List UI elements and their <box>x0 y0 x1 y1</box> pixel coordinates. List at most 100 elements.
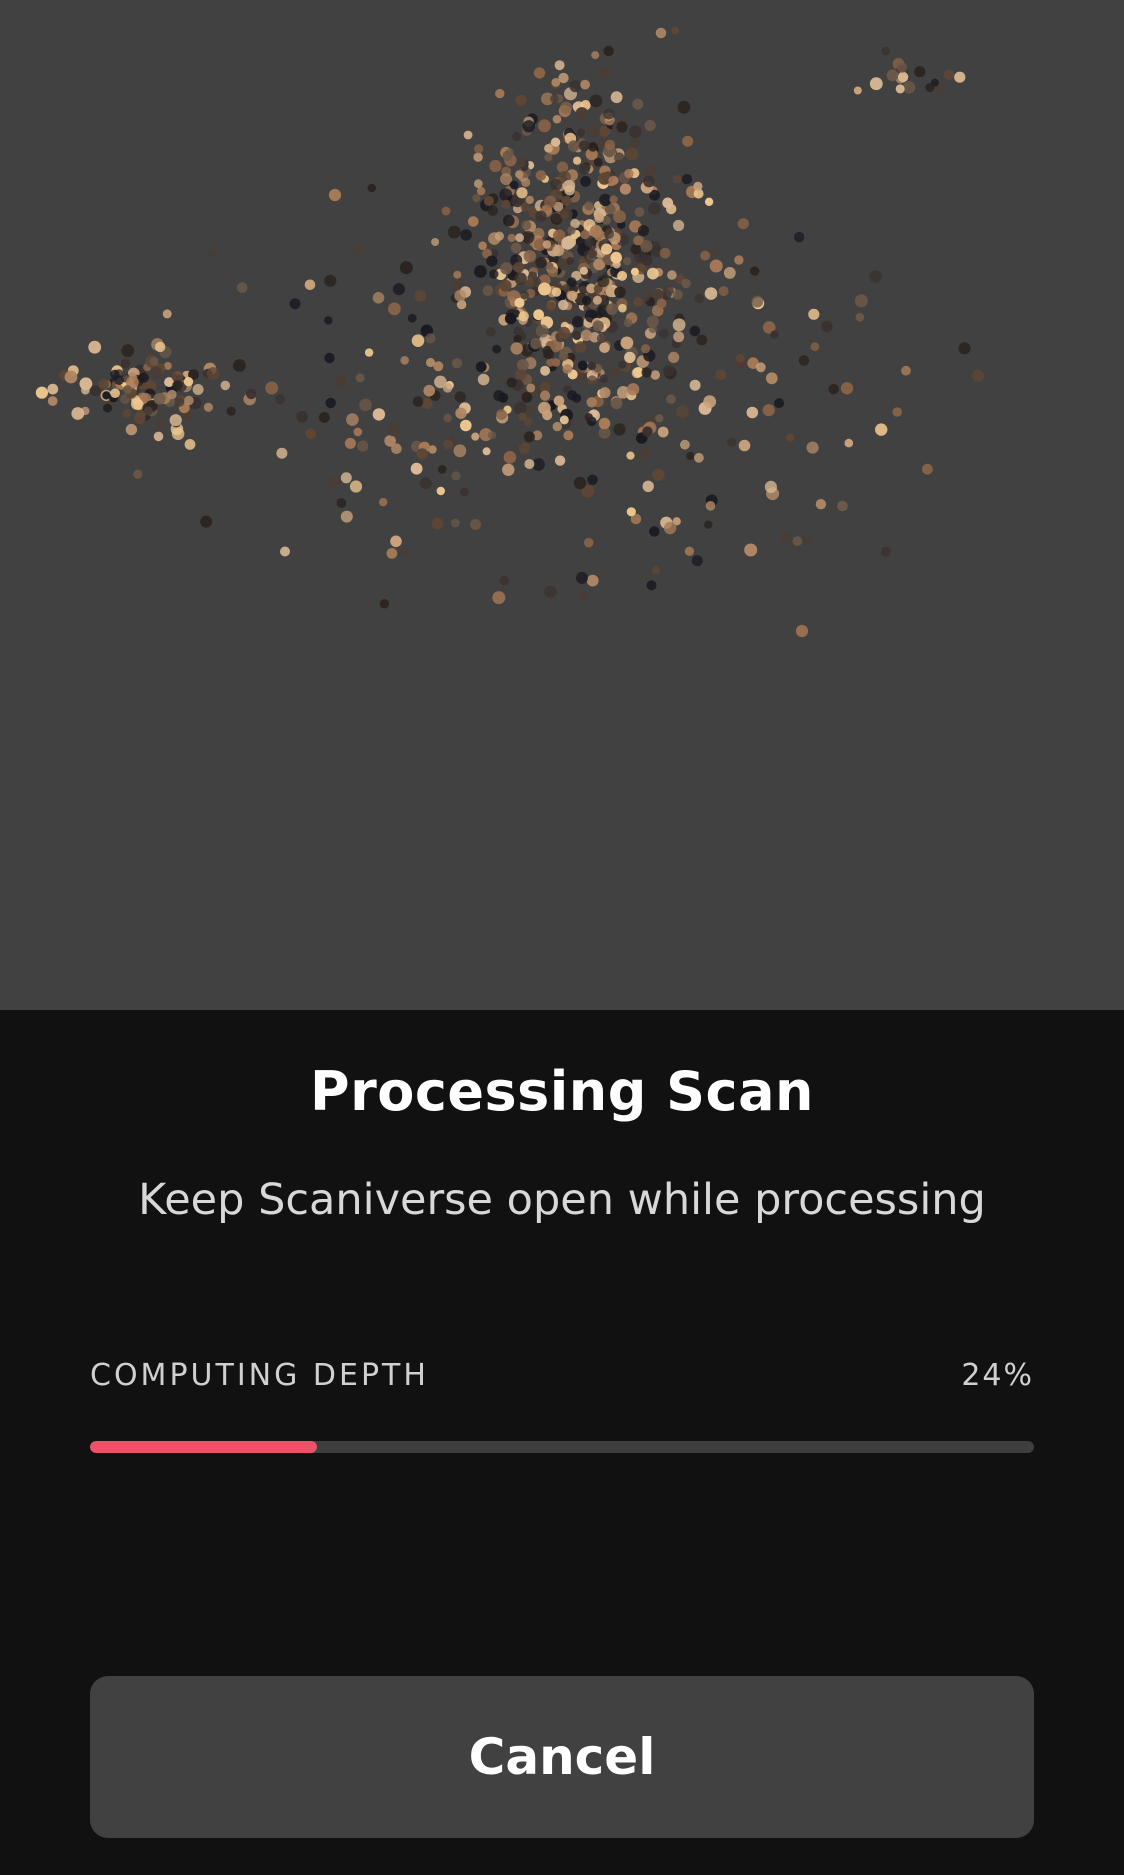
point-cloud-dot <box>628 125 642 139</box>
point-cloud-dot <box>552 244 565 257</box>
point-cloud-dot <box>609 195 618 204</box>
point-cloud-dot <box>487 205 499 216</box>
point-cloud-dot <box>566 277 577 287</box>
point-cloud-dot <box>580 176 591 187</box>
point-cloud-dot <box>641 254 653 266</box>
progress-bar-fill <box>90 1441 317 1453</box>
point-cloud-dot <box>114 375 124 386</box>
point-cloud-dot <box>610 91 623 104</box>
point-cloud-dot <box>274 394 285 405</box>
point-cloud-dot <box>220 380 231 391</box>
point-cloud-dot <box>614 152 625 163</box>
point-cloud-dot <box>810 342 820 351</box>
point-cloud-dot <box>538 282 551 296</box>
point-cloud-dot <box>934 86 944 95</box>
point-cloud-dot <box>668 351 680 363</box>
point-cloud-dot <box>401 547 411 557</box>
point-cloud-dot <box>507 233 516 243</box>
point-cloud-dot <box>498 392 509 403</box>
point-cloud-dot <box>750 266 760 276</box>
point-cloud-dot <box>566 257 575 265</box>
point-cloud-dot <box>414 290 427 302</box>
point-cloud-dot <box>499 279 512 292</box>
point-cloud-dot <box>552 114 562 124</box>
point-cloud-dot <box>451 471 461 481</box>
point-cloud-dot <box>614 286 626 298</box>
point-cloud-dot <box>592 295 602 305</box>
point-cloud-dot <box>598 172 611 185</box>
point-cloud-dot <box>471 432 480 441</box>
point-cloud-dot <box>880 546 891 557</box>
point-cloud-dot <box>386 423 400 437</box>
point-cloud-dot <box>419 477 432 490</box>
point-cloud-preview[interactable] <box>0 0 1124 1010</box>
point-cloud-dot <box>821 320 833 333</box>
point-cloud-dot <box>703 395 717 408</box>
point-cloud-dot <box>443 439 454 450</box>
point-cloud-dot <box>673 331 685 343</box>
point-cloud-dot <box>586 397 597 408</box>
progress-percent: 24% <box>961 1358 1034 1393</box>
point-cloud-dot <box>200 515 213 528</box>
point-cloud-dot <box>64 370 78 384</box>
point-cloud-dot <box>226 406 236 416</box>
point-cloud-dot <box>895 84 905 94</box>
point-cloud-dot <box>133 469 143 479</box>
point-cloud-dot <box>644 119 656 132</box>
point-cloud-dot <box>626 451 635 460</box>
point-cloud-dot <box>526 383 536 393</box>
point-cloud-dot <box>971 369 984 382</box>
point-cloud-dot <box>751 295 764 308</box>
point-cloud-dot <box>562 364 573 374</box>
point-cloud-dot <box>206 367 220 380</box>
point-cloud-dot <box>518 412 527 421</box>
point-cloud-dot <box>593 229 606 242</box>
point-cloud-dot <box>580 230 590 240</box>
point-cloud-dot <box>151 366 163 378</box>
point-cloud-dot <box>828 383 839 395</box>
point-cloud-dot <box>473 152 483 162</box>
point-cloud-dot <box>792 536 803 546</box>
subtitle-text: Keep Scaniverse open while processing <box>138 1175 986 1225</box>
point-cloud-dot <box>364 348 374 357</box>
point-cloud-dot <box>597 275 610 288</box>
point-cloud-dot <box>696 334 708 346</box>
point-cloud-dot <box>591 51 600 60</box>
point-cloud-dot <box>553 395 565 407</box>
point-cloud-dot <box>650 370 660 380</box>
point-cloud-dot <box>599 342 610 354</box>
point-cloud-dot <box>608 175 618 186</box>
point-cloud-dot <box>71 407 85 420</box>
point-cloud-dot <box>518 442 531 455</box>
point-cloud-dot <box>516 187 528 199</box>
point-cloud-canvas <box>35 26 984 638</box>
point-cloud-dot <box>236 282 248 293</box>
point-cloud-dot <box>172 380 183 391</box>
point-cloud-dot <box>513 401 527 415</box>
point-cloud-dot <box>550 137 561 147</box>
point-cloud-dot <box>551 358 561 367</box>
point-cloud-dot <box>544 195 557 208</box>
point-cloud-dot <box>649 526 660 537</box>
point-cloud-dot <box>623 318 633 328</box>
point-cloud-dot <box>583 537 594 548</box>
point-cloud-dot <box>786 433 795 442</box>
point-cloud-dot <box>579 266 589 275</box>
point-cloud-dot <box>657 426 669 438</box>
point-cloud-dot <box>540 365 551 376</box>
point-cloud-dot <box>606 303 618 315</box>
point-cloud-dot <box>533 309 544 321</box>
point-cloud-dot <box>325 397 336 409</box>
point-cloud-dot <box>886 69 899 82</box>
point-cloud-dot <box>388 302 401 316</box>
point-cloud-dot <box>774 398 785 409</box>
point-cloud-dot <box>503 214 515 227</box>
cancel-button[interactable]: Cancel <box>90 1676 1034 1838</box>
point-cloud-dot <box>617 270 628 281</box>
point-cloud-dot <box>502 150 513 161</box>
point-cloud-dot <box>896 62 908 73</box>
point-cloud-dot <box>521 220 532 231</box>
point-cloud-dot <box>954 71 966 83</box>
point-cloud-dot <box>629 137 641 149</box>
point-cloud-dot <box>704 197 714 206</box>
